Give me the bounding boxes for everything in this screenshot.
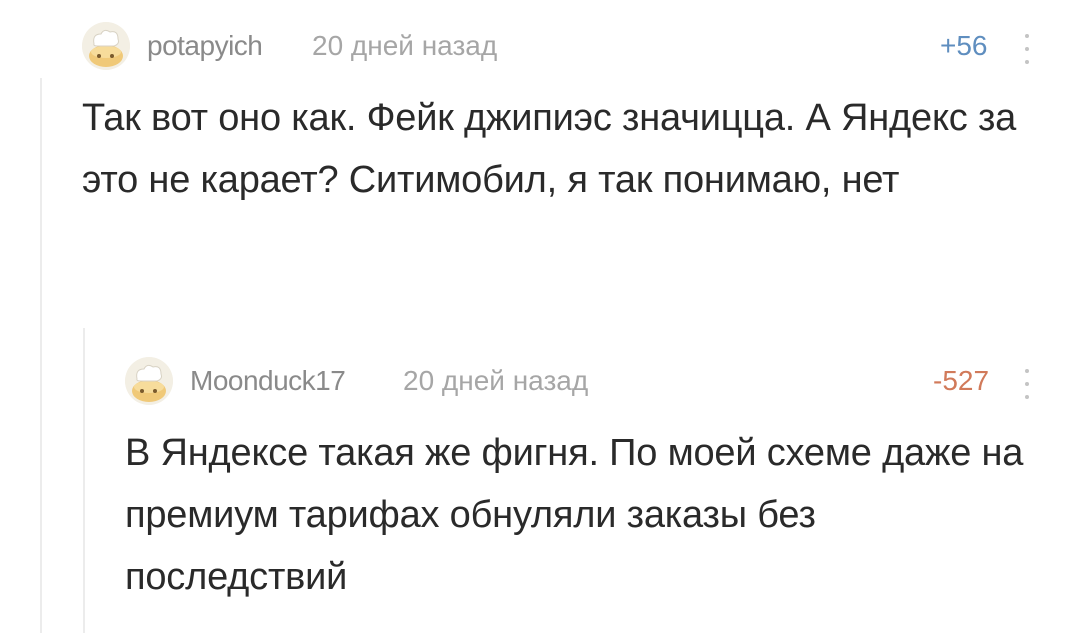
comment-timestamp: 20 дней назад xyxy=(312,30,498,61)
more-options-icon[interactable] xyxy=(1022,34,1032,64)
comment-text: Так вот оно как. Фейк джипиэс значицца. … xyxy=(82,97,1017,201)
comment-timestamp: 20 дней назад xyxy=(403,365,589,396)
username-link[interactable]: Moonduck17 xyxy=(190,365,346,397)
comment-header: Moonduck17 20 дней назад -527 xyxy=(125,357,1045,405)
comment-reply: Moonduck17 20 дней назад -527 В Яндексе … xyxy=(125,357,1045,617)
more-options-icon[interactable] xyxy=(1022,369,1032,399)
chef-hat-avatar-icon[interactable] xyxy=(82,22,130,70)
comment-rating: -527 xyxy=(933,365,990,396)
username-link[interactable]: potapyich xyxy=(147,30,263,62)
comment-header: potapyich 20 дней назад +56 xyxy=(82,22,1042,70)
comment-rating: +56 xyxy=(940,30,988,61)
comment-text: В Яндексе такая же фигня. По моей схеме … xyxy=(125,432,1024,598)
thread-line-reply xyxy=(83,328,85,633)
thread-line-outer xyxy=(40,78,42,633)
chef-hat-avatar-icon[interactable] xyxy=(125,357,173,405)
comment: potapyich 20 дней назад +56 Так вот оно … xyxy=(82,22,1042,282)
